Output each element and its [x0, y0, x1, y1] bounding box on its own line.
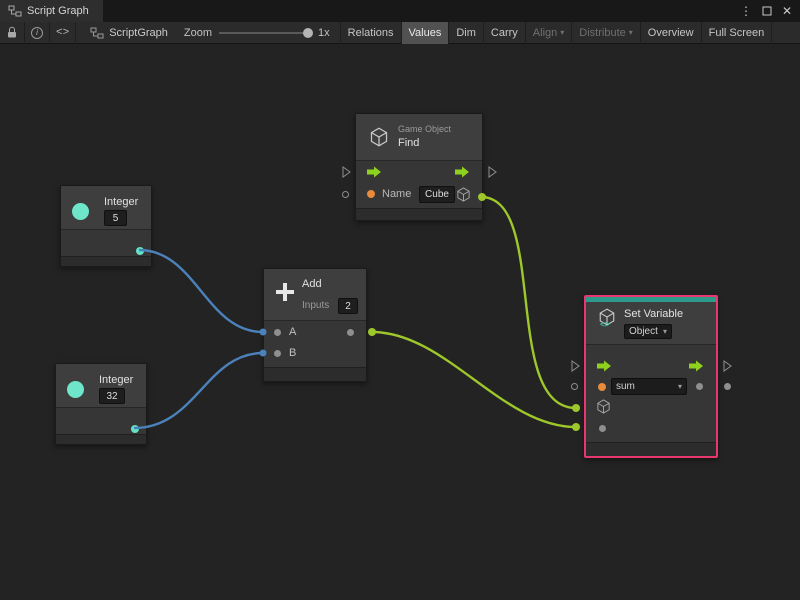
flow-input-port[interactable] [570, 360, 580, 372]
graph-canvas[interactable]: Integer 5 Integer 32 Add Inputs 2 A [0, 44, 800, 600]
relations-button[interactable]: Relations [341, 22, 402, 44]
edit-code-button[interactable]: <> [50, 22, 76, 44]
graph-name-label: ScriptGraph [109, 27, 168, 39]
integer-icon [72, 203, 89, 220]
node-find[interactable]: Game Object Find Name Cube [355, 113, 483, 221]
output-port-sum[interactable] [347, 329, 354, 336]
inputs-count-field[interactable]: 2 [338, 298, 358, 314]
graph-icon [8, 5, 22, 17]
node-footer [61, 256, 151, 266]
name-label: Name [382, 188, 411, 200]
node-footer [356, 208, 482, 220]
graph-name: ScriptGraph [76, 27, 178, 39]
distribute-button[interactable]: Distribute ▾ [572, 22, 640, 44]
port-a-label: A [289, 326, 296, 338]
maximize-icon[interactable] [762, 6, 772, 16]
node-integer-b[interactable]: Integer 32 [55, 363, 147, 445]
inputs-label: Inputs [302, 300, 329, 311]
name-input-port[interactable] [367, 190, 375, 198]
dim-button[interactable]: Dim [449, 22, 484, 44]
variable-name-input-port[interactable] [598, 383, 606, 391]
window-controls: ⋮ ✕ [740, 0, 800, 22]
kebab-menu-icon[interactable]: ⋮ [740, 5, 752, 17]
node-title: Integer [99, 374, 133, 386]
input-port-b[interactable] [274, 350, 281, 357]
zoom-slider-track [219, 32, 311, 34]
value-output-port[interactable] [696, 383, 703, 390]
variable-name-dropdown[interactable]: sum ▾ [611, 378, 687, 395]
node-footer [264, 367, 366, 381]
chevron-down-icon: ▾ [629, 29, 633, 37]
port-b-label: B [289, 347, 296, 359]
wire-integer5-to-add-a [139, 250, 263, 332]
node-footer [56, 434, 146, 444]
overview-button[interactable]: Overview [641, 22, 702, 44]
integer-icon [67, 381, 84, 398]
code-icon: <> [56, 27, 69, 39]
flow-output-port[interactable] [722, 360, 732, 372]
input-port-a[interactable] [274, 329, 281, 336]
wire-add-to-setvariable-value [372, 332, 576, 427]
node-title: Integer [104, 196, 138, 208]
integer-value-field[interactable]: 32 [99, 388, 125, 404]
object-input-port[interactable] [596, 399, 611, 414]
node-title: Add [302, 278, 322, 290]
new-value-input-port[interactable] [599, 425, 606, 432]
chevron-down-icon: ▾ [560, 29, 564, 37]
zoom-slider-handle[interactable] [303, 28, 313, 38]
node-set-variable[interactable]: <> Set Variable Object ▾ sum ▾ [584, 295, 718, 458]
lock-icon [6, 26, 18, 39]
fullscreen-button[interactable]: Full Screen [702, 22, 773, 44]
name-input-port-outer[interactable] [342, 191, 349, 198]
align-button[interactable]: Align ▾ [526, 22, 572, 44]
node-title: Set Variable [624, 308, 683, 320]
game-object-output-port[interactable] [456, 187, 471, 202]
variable-kind-dropdown[interactable]: Object ▾ [624, 324, 672, 339]
lock-button[interactable] [0, 22, 25, 44]
flow-in-arrow-icon [596, 360, 612, 372]
script-graph-icon [90, 27, 104, 39]
flow-out-arrow-icon [688, 360, 704, 372]
flow-out-arrow-icon [454, 166, 470, 178]
node-add[interactable]: Add Inputs 2 A B [263, 268, 367, 382]
node-footer [586, 442, 716, 456]
node-title: Find [398, 137, 419, 149]
close-icon[interactable]: ✕ [782, 5, 792, 17]
zoom-control: Zoom 1x [178, 27, 336, 39]
variable-code-icon: <> [600, 321, 610, 330]
node-category: Game Object [398, 124, 451, 134]
tab-script-graph[interactable]: Script Graph [0, 0, 103, 22]
zoom-slider[interactable] [219, 27, 311, 39]
flow-output-port[interactable] [487, 166, 497, 178]
zoom-value: 1x [318, 27, 330, 39]
values-button[interactable]: Values [402, 22, 450, 44]
wire-endpoint [572, 423, 580, 431]
toolbar-buttons: Relations Values Dim Carry Align ▾ Distr… [340, 22, 773, 44]
flow-input-port[interactable] [341, 166, 351, 178]
variable-name-input-port-outer[interactable] [571, 383, 578, 390]
integer-output-port[interactable] [136, 247, 144, 255]
wire-find-to-setvariable-object [482, 197, 576, 408]
titlebar: Script Graph ⋮ ✕ [0, 0, 800, 22]
wire-endpoint [368, 328, 376, 336]
add-icon [274, 281, 296, 303]
chevron-down-icon: ▾ [663, 328, 667, 336]
wire-integer32-to-add-b [134, 353, 263, 428]
integer-value-field[interactable]: 5 [104, 210, 127, 226]
zoom-label: Zoom [184, 27, 212, 39]
script-graph-window: Script Graph ⋮ ✕ i <> [0, 0, 800, 600]
flow-in-arrow-icon [366, 166, 382, 178]
node-integer-a[interactable]: Integer 5 [60, 185, 152, 267]
game-object-cube-icon [369, 127, 389, 147]
graph-toolbar: i <> ScriptGraph Zoom 1x Relations [0, 22, 800, 44]
wire-endpoint [572, 404, 580, 412]
name-value-field[interactable]: Cube [419, 186, 455, 203]
integer-output-port[interactable] [131, 425, 139, 433]
chevron-down-icon: ▾ [678, 383, 682, 391]
info-icon: i [31, 27, 43, 39]
carry-button[interactable]: Carry [484, 22, 526, 44]
info-button[interactable]: i [25, 22, 50, 44]
value-output-port-outer[interactable] [724, 383, 731, 390]
tab-title: Script Graph [27, 5, 89, 17]
